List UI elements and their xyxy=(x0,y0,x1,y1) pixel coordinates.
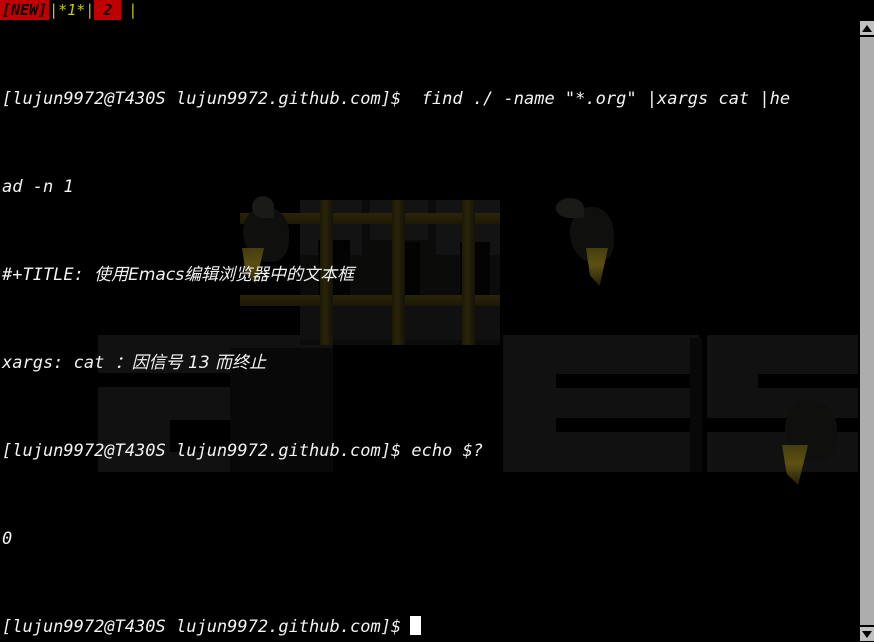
shell-command: find ./ -name "*.org" |xargs cat |he xyxy=(401,89,791,109)
shell-prompt: [lujun9972@T430S lujun9972.github.com]$ xyxy=(2,617,402,637)
command-output: 0 xyxy=(2,529,13,549)
shell-prompt: [lujun9972@T430S lujun9972.github.com]$ xyxy=(2,89,402,109)
tab-1[interactable]: |*1*| xyxy=(49,0,95,20)
terminal-line: [lujun9972@T430S lujun9972.github.com]$ … xyxy=(2,88,858,110)
terminal-line: xargs: cat ：因信号 13 而终止 xyxy=(2,352,858,374)
text-cursor xyxy=(410,616,422,635)
scroll-up-arrow-icon[interactable] xyxy=(859,20,874,36)
command-error: xargs: cat xyxy=(2,353,115,373)
terminal-line: #+TITLE: 使用Emacs编辑浏览器中的文本框 xyxy=(2,264,858,286)
command-output-cjk: 使用Emacs编辑浏览器中的文本框 xyxy=(94,265,355,285)
scroll-down-arrow-icon[interactable] xyxy=(859,626,874,642)
tab-2-active[interactable]: 2 xyxy=(94,0,122,20)
tab-separator: | xyxy=(121,0,138,20)
terminal-line: ad -n 1 xyxy=(2,176,858,198)
shell-prompt: [lujun9972@T430S lujun9972.github.com]$ xyxy=(2,441,402,461)
scrollbar-thumb[interactable] xyxy=(859,36,874,626)
new-tab-button[interactable]: [NEW] xyxy=(0,0,50,20)
scrollbar-track[interactable] xyxy=(859,36,874,626)
command-error-cjk: ：因信号 13 而终止 xyxy=(114,353,267,373)
vertical-scrollbar[interactable] xyxy=(858,20,874,642)
shell-command: echo $? xyxy=(401,441,484,461)
terminal-line: [lujun9972@T430S lujun9972.github.com]$ … xyxy=(2,440,858,462)
tab-bar-empty-space[interactable] xyxy=(137,0,874,20)
terminal-output-area[interactable]: [lujun9972@T430S lujun9972.github.com]$ … xyxy=(0,20,858,642)
chevron-down-icon xyxy=(862,631,872,638)
terminal-window: [NEW] |*1*| 2 | [lujun9972@T430S lujun99… xyxy=(0,0,874,642)
terminal-line-current: [lujun9972@T430S lujun9972.github.com]$ xyxy=(2,616,858,638)
terminal-line: 0 xyxy=(2,528,858,550)
tab-bar: [NEW] |*1*| 2 | xyxy=(0,0,874,20)
shell-command-wrap: ad -n 1 xyxy=(2,177,74,197)
chevron-up-icon xyxy=(862,25,872,32)
command-output: #+TITLE: xyxy=(2,265,95,285)
